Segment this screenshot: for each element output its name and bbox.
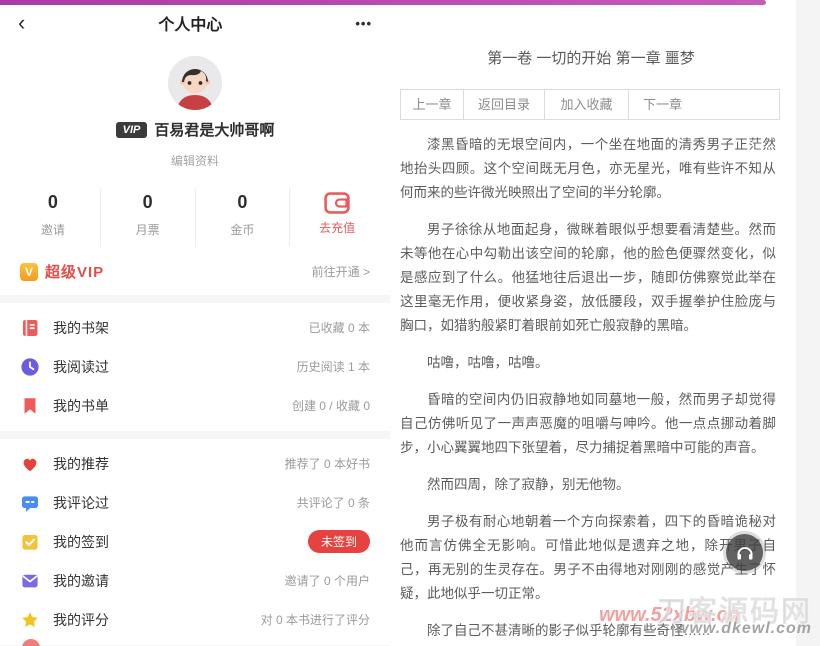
stat-gold-coins[interactable]: 0 金币 xyxy=(196,188,291,246)
checkin-status-badge[interactable]: 未签到 xyxy=(308,530,370,553)
menu-label: 我的推荐 xyxy=(53,454,285,474)
stat-value: 0 xyxy=(196,192,290,213)
menu-item-invitations[interactable]: 我的邀请 邀请了 0 个用户 xyxy=(0,561,390,600)
heart-icon xyxy=(20,454,40,474)
page-title: 个人中心 xyxy=(158,11,222,35)
stat-label: 邀请 xyxy=(6,221,100,238)
menu-label: 我的书单 xyxy=(53,396,292,416)
stats-row: 0 邀请 0 月票 0 金币 去充值 xyxy=(0,188,390,246)
recharge-button[interactable]: 去充值 xyxy=(290,188,384,246)
paragraph: 男子极有耐心地朝着一个方向探索着，四下的昏暗诡秘对他而言仿佛全无影响。可惜此地似… xyxy=(400,510,776,606)
app-screen: ‹ 个人中心 ••• VIP 百易君是大帅哥啊 编辑资料 0 xyxy=(0,0,820,646)
menu-note: 共评论了 0 条 xyxy=(297,494,370,511)
section-divider xyxy=(0,295,390,303)
clock-icon xyxy=(20,357,40,377)
super-vip-icon: V xyxy=(20,263,38,281)
stat-label: 金币 xyxy=(196,221,290,238)
section-divider xyxy=(0,431,390,439)
stat-value: 0 xyxy=(6,192,100,213)
stat-label: 月票 xyxy=(101,221,195,238)
menu-item-ratings[interactable]: 我的评分 对 0 本书进行了评分 xyxy=(0,600,390,639)
menu-item-comments[interactable]: 我评论过 共评论了 0 条 xyxy=(0,483,390,522)
menu-item-checkin[interactable]: 我的签到 未签到 xyxy=(0,522,390,561)
menu-item-recommendations[interactable]: 我的推荐 推荐了 0 本好书 xyxy=(0,444,390,483)
right-gutter xyxy=(796,0,820,646)
menu-item-bookshelf[interactable]: 我的书架 已收藏 0 本 xyxy=(0,308,390,347)
comment-icon xyxy=(20,493,40,513)
calendar-check-icon xyxy=(20,532,40,552)
menu-note: 邀请了 0 个用户 xyxy=(285,572,370,589)
next-chapter-button[interactable]: 下一章 xyxy=(629,90,779,119)
menu-note: 历史阅读 1 本 xyxy=(297,358,370,375)
book-icon xyxy=(20,318,40,338)
menu-item-booklist[interactable]: 我的书单 创建 0 / 收藏 0 xyxy=(0,386,390,425)
super-vip-banner[interactable]: V 超级VIP 前往开通 > xyxy=(0,246,390,295)
paragraph: 男子徐徐从地面起身，微眯着眼似乎想要看清楚些。然而未等他在心中勾勒出该空间的轮廓… xyxy=(400,218,776,338)
mail-icon xyxy=(20,571,40,591)
paragraph: 咕噜，咕噜，咕噜。 xyxy=(400,351,776,375)
paragraph: 然而四周，除了寂静，别无他物。 xyxy=(400,473,776,497)
more-menu-icon[interactable]: ••• xyxy=(355,16,372,31)
stat-invites[interactable]: 0 邀请 xyxy=(6,188,101,246)
menu-label: 我的邀请 xyxy=(53,571,285,591)
menu-group-library: 我的书架 已收藏 0 本 我阅读过 历史阅读 1 本 xyxy=(0,303,390,431)
menu-group-activity: 我的推荐 推荐了 0 本好书 我评论过 共评论了 0 条 xyxy=(0,439,390,645)
listen-audio-button[interactable] xyxy=(726,534,763,571)
avatar[interactable] xyxy=(168,56,222,110)
paragraph: 漆黑昏暗的无垠空间内，一个坐在地面的清秀男子正茫然地抬头四顾。这个空间既无月色，… xyxy=(400,133,776,205)
super-vip-label: 超级VIP xyxy=(45,261,104,282)
menu-note: 已收藏 0 本 xyxy=(309,319,370,336)
headphones-icon xyxy=(735,543,755,563)
chapter-title: 第一卷 一切的开始 第一章 噩梦 xyxy=(388,47,794,68)
star-icon xyxy=(20,610,40,630)
menu-item-read-history[interactable]: 我阅读过 历史阅读 1 本 xyxy=(0,347,390,386)
header: ‹ 个人中心 ••• xyxy=(0,5,390,41)
edit-profile-link[interactable]: 编辑资料 xyxy=(0,152,390,169)
vip-badge: VIP xyxy=(116,122,148,138)
menu-label: 我阅读过 xyxy=(53,357,297,377)
progress-bar xyxy=(0,0,766,5)
menu-note: 创建 0 / 收藏 0 xyxy=(292,397,370,414)
recharge-label: 去充值 xyxy=(290,219,384,236)
user-name-row: VIP 百易君是大帅哥啊 xyxy=(0,119,390,140)
stat-monthly-tickets[interactable]: 0 月票 xyxy=(101,188,196,246)
personal-center-panel: ‹ 个人中心 ••• VIP 百易君是大帅哥啊 编辑资料 0 xyxy=(0,5,390,646)
user-name: 百易君是大帅哥啊 xyxy=(154,119,274,140)
avatar-illustration xyxy=(168,56,222,110)
stat-value: 0 xyxy=(101,192,195,213)
prev-chapter-button[interactable]: 上一章 xyxy=(401,90,464,119)
bookmark-icon xyxy=(20,396,40,416)
menu-note: 对 0 本书进行了评分 xyxy=(261,611,370,628)
open-vip-link[interactable]: 前往开通 > xyxy=(312,263,370,280)
paragraph: 昏暗的空间内仍旧寂静地如同墓地一般，然而男子却觉得自己仿佛听见了一声声恶魔的咀嚼… xyxy=(400,388,776,460)
paragraph: 除了自己不甚清晰的影子似乎轮廓有些奇怪…… xyxy=(400,619,776,643)
chapter-nav-bar: 上一章 返回目录 加入收藏 下一章 xyxy=(400,89,780,120)
back-icon[interactable]: ‹ xyxy=(18,12,25,34)
chapter-content: 漆黑昏暗的无垠空间内，一个坐在地面的清秀男子正茫然地抬头四顾。这个空间既无月色，… xyxy=(400,133,776,646)
menu-label: 我评论过 xyxy=(53,493,297,513)
add-to-favorites-button[interactable]: 加入收藏 xyxy=(545,90,629,119)
menu-label: 我的评分 xyxy=(53,610,261,630)
menu-label: 我的签到 xyxy=(53,532,308,552)
menu-label: 我的书架 xyxy=(53,318,309,338)
wallet-icon xyxy=(324,192,350,214)
back-to-catalog-button[interactable]: 返回目录 xyxy=(464,90,545,119)
menu-note: 推荐了 0 本好书 xyxy=(285,455,370,472)
